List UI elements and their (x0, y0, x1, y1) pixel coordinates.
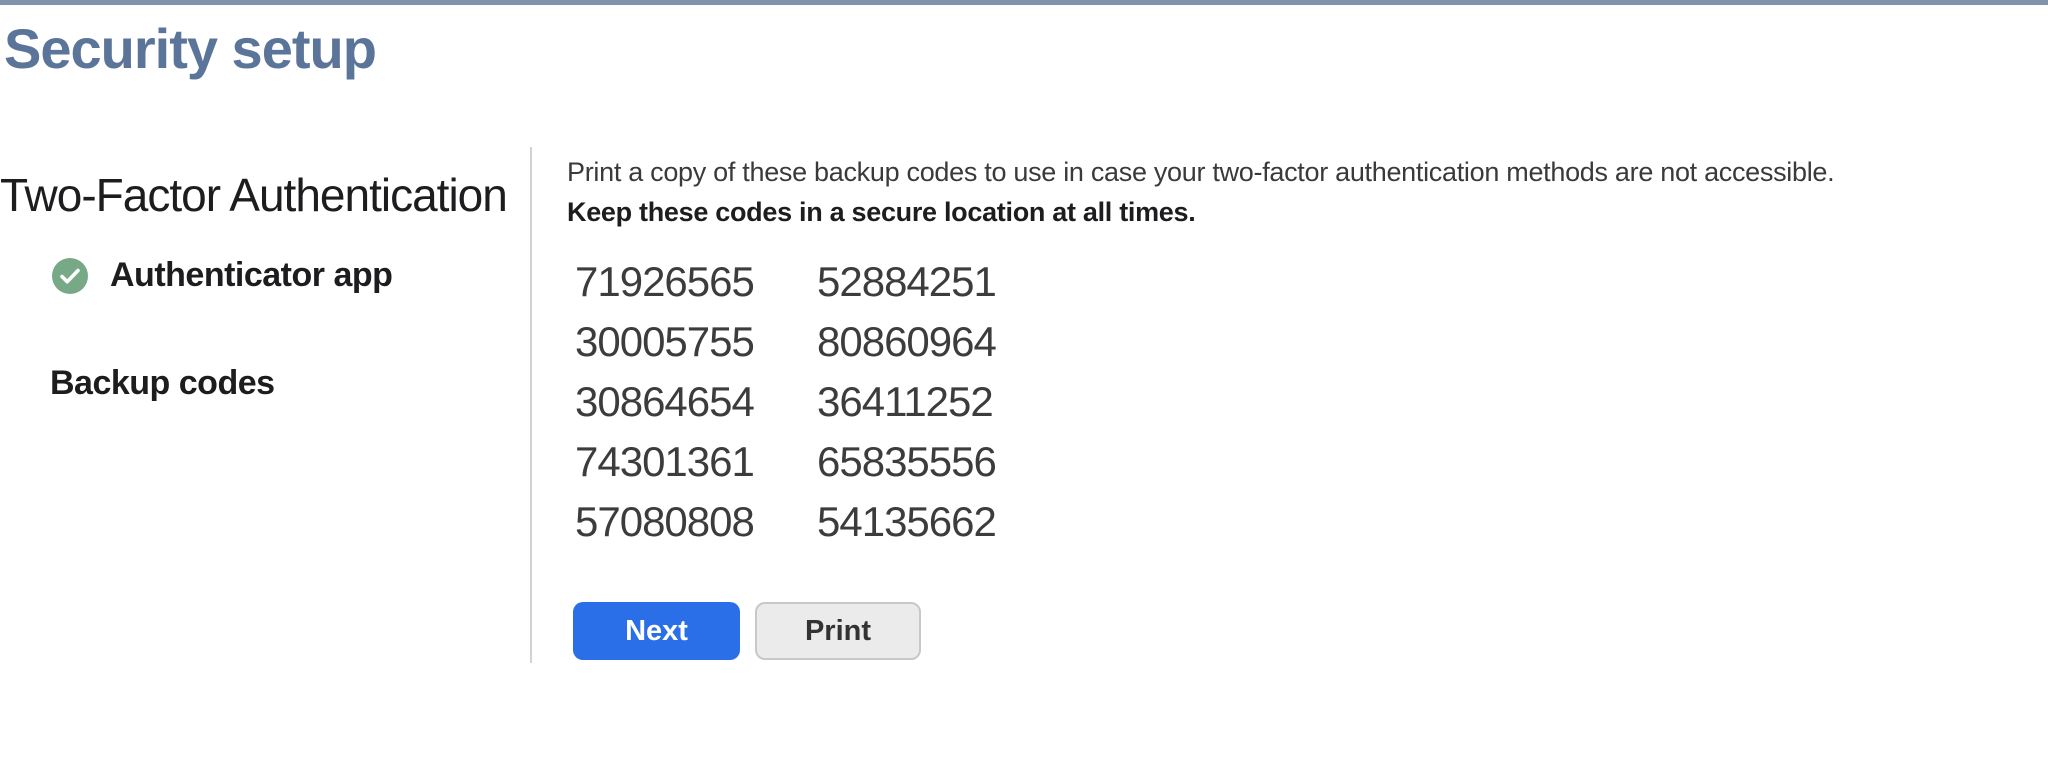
two-factor-section-heading: Two-Factor Authentication (0, 169, 508, 221)
backup-codes-list: 71926565 52884251 30005755 80860964 3086… (575, 252, 997, 552)
next-button[interactable]: Next (573, 602, 740, 660)
page-title: Security setup (4, 17, 377, 80)
backup-code: 52884251 (817, 258, 997, 305)
vertical-divider (530, 147, 532, 663)
security-setup-page: Security setup Two-Factor Authentication… (0, 0, 2048, 764)
backup-code: 30864654 (575, 378, 755, 425)
backup-code: 30005755 (575, 318, 755, 365)
action-buttons: Next Print (573, 602, 921, 660)
backup-code: 71926565 (575, 258, 755, 305)
sidebar-item-label: Authenticator app (110, 256, 393, 294)
top-accent-bar (0, 0, 2048, 5)
check-circle-icon (52, 257, 88, 294)
sidebar-item-authenticator-app[interactable]: Authenticator app (52, 256, 393, 295)
print-button[interactable]: Print (755, 602, 921, 660)
sidebar-item-backup-codes[interactable]: Backup codes (50, 364, 275, 403)
backup-codes-instructions: Print a copy of these backup codes to us… (567, 152, 1887, 232)
backup-code: 36411252 (817, 378, 994, 425)
backup-code: 65835556 (817, 438, 997, 485)
sidebar-item-label: Backup codes (50, 364, 275, 402)
backup-code: 74301361 (575, 438, 755, 485)
instructions-line-1: Print a copy of these backup codes to us… (567, 157, 1835, 187)
instructions-line-2: Keep these codes in a secure location at… (567, 197, 1196, 227)
backup-code: 57080808 (575, 498, 755, 545)
backup-code: 54135662 (817, 498, 997, 545)
backup-code: 80860964 (817, 318, 997, 365)
